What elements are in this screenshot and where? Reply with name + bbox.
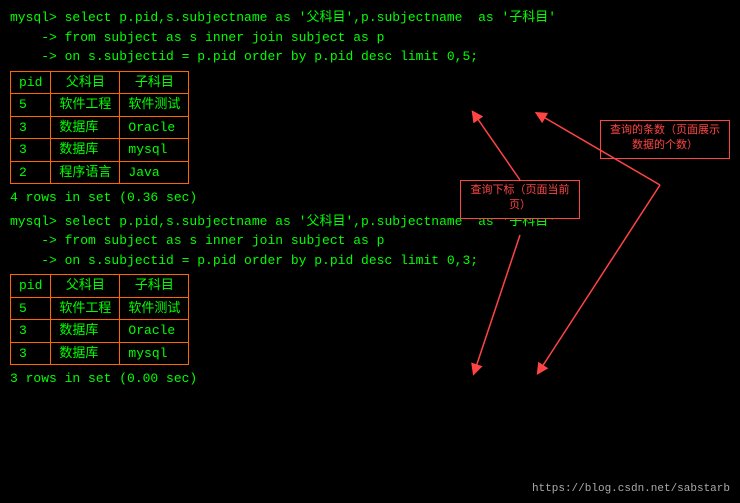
cell: 3 [11, 342, 51, 365]
cell: mysql [120, 139, 189, 162]
arrow-left-q2 [475, 235, 520, 370]
table-row: 5 软件工程 软件测试 [11, 94, 189, 117]
cell: 数据库 [51, 342, 120, 365]
cell: 程序语言 [51, 161, 120, 184]
table-row: 3 数据库 mysql [11, 342, 189, 365]
query2-table: pid 父科目 子科目 5 软件工程 软件测试 3 数据库 Oracle [10, 274, 189, 365]
annotation-arrows-svg: 查询下标（页面当前页） 查询的条数（页面展示数据的个数） [460, 60, 740, 420]
cell: Oracle [120, 116, 189, 139]
cell: Java [120, 161, 189, 184]
cell: 5 [11, 297, 51, 320]
annotation-right-text: 查询的条数（页面展示数据的个数） [600, 120, 730, 159]
col-pid-1: pid [11, 71, 51, 94]
query1-table: pid 父科目 子科目 5 软件工程 软件测试 3 数据库 Oracle [10, 71, 189, 185]
cell: 软件工程 [51, 94, 120, 117]
query1-line1: mysql> select p.pid,s.subjectname as '父科… [10, 8, 730, 28]
arrow-left-q1 [475, 115, 520, 180]
cell: 软件测试 [120, 94, 189, 117]
table-row: 3 数据库 Oracle [11, 116, 189, 139]
annotations-overlay: 查询下标（页面当前页） 查询的条数（页面展示数据的个数） [460, 60, 740, 420]
col-zikemu-2: 子科目 [120, 275, 189, 298]
col-zikemu-1: 子科目 [120, 71, 189, 94]
cell: 数据库 [51, 116, 120, 139]
cell: 5 [11, 94, 51, 117]
annotation-left-text: 查询下标（页面当前页） [460, 180, 580, 219]
cell: 3 [11, 116, 51, 139]
col-pid-2: pid [11, 275, 51, 298]
col-fukemu-2: 父科目 [51, 275, 120, 298]
cell: 软件测试 [120, 297, 189, 320]
cell: Oracle [120, 320, 189, 343]
watermark: https://blog.csdn.net/sabstarb [532, 483, 730, 495]
cell: 2 [11, 161, 51, 184]
cell: 3 [11, 320, 51, 343]
cell: 数据库 [51, 320, 120, 343]
cell: 软件工程 [51, 297, 120, 320]
query1-line2: -> from subject as s inner join subject … [10, 28, 730, 48]
cell: 3 [11, 139, 51, 162]
table-row: 5 软件工程 软件测试 [11, 297, 189, 320]
cell: 数据库 [51, 139, 120, 162]
table-row: 3 数据库 mysql [11, 139, 189, 162]
table-row: 2 程序语言 Java [11, 161, 189, 184]
table-row: 3 数据库 Oracle [11, 320, 189, 343]
col-fukemp-1: 父科目 [51, 71, 120, 94]
cell: mysql [120, 342, 189, 365]
